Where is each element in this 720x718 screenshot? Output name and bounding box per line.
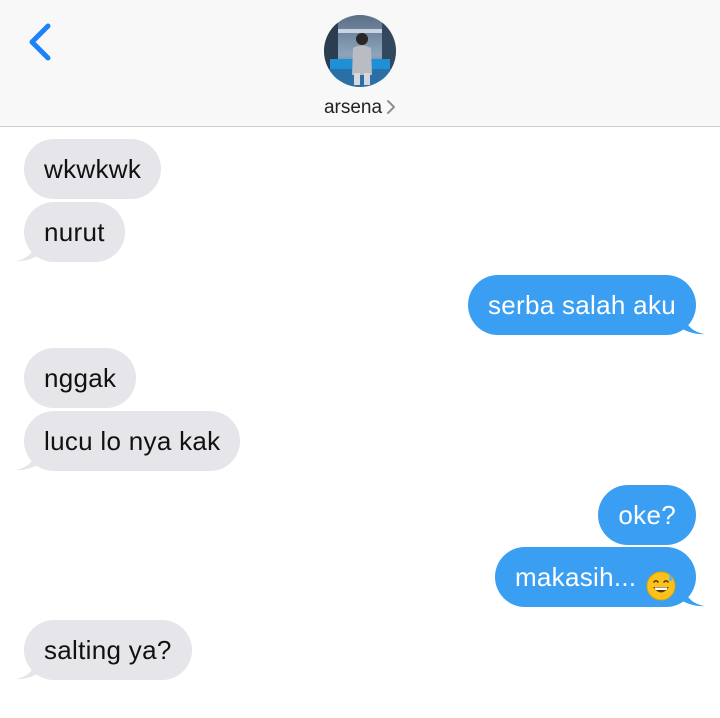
message-bubble-received[interactable]: nurut [16,202,125,262]
message-text: serba salah aku [487,290,676,320]
contact-avatar[interactable] [324,15,396,87]
message-bubble-received[interactable]: lucu lo nya kak [16,411,241,471]
bubble-tail [16,443,44,471]
contact-name-row[interactable]: arsena [0,96,720,122]
message-bubble-sent[interactable]: oke? [598,485,696,545]
conversation-header: arsena [0,0,720,127]
message-bubble-received[interactable]: wkwkwk [24,139,162,199]
message-text: salting ya? [44,635,172,665]
message-bubble-received[interactable]: salting ya? [16,620,192,680]
chevron-left-icon [29,23,51,61]
bubble-tail [676,307,704,335]
message-bubble-received[interactable]: nggak [24,348,137,408]
bubble-tail [16,234,44,262]
message-bubble-sent[interactable]: serba salah aku [467,275,704,335]
message-text: nurut [44,217,105,247]
bubble-tail [676,579,704,607]
message-text: makasih... [514,562,637,592]
message-text: wkwkwk [44,154,142,184]
contact-name: arsena [323,97,383,118]
chevron-right-icon [386,98,396,122]
message-thread: wkwkwk nurut serba salah aku nggak lucu … [0,127,720,718]
message-bubble-sent[interactable]: makasih... [494,547,704,607]
back-button[interactable] [24,20,58,64]
bubble-tail [16,652,44,680]
message-text: oke? [618,500,676,530]
grinning-sweat-emoji [646,562,676,601]
message-text: lucu lo nya kak [44,426,221,456]
message-text: nggak [44,363,117,393]
